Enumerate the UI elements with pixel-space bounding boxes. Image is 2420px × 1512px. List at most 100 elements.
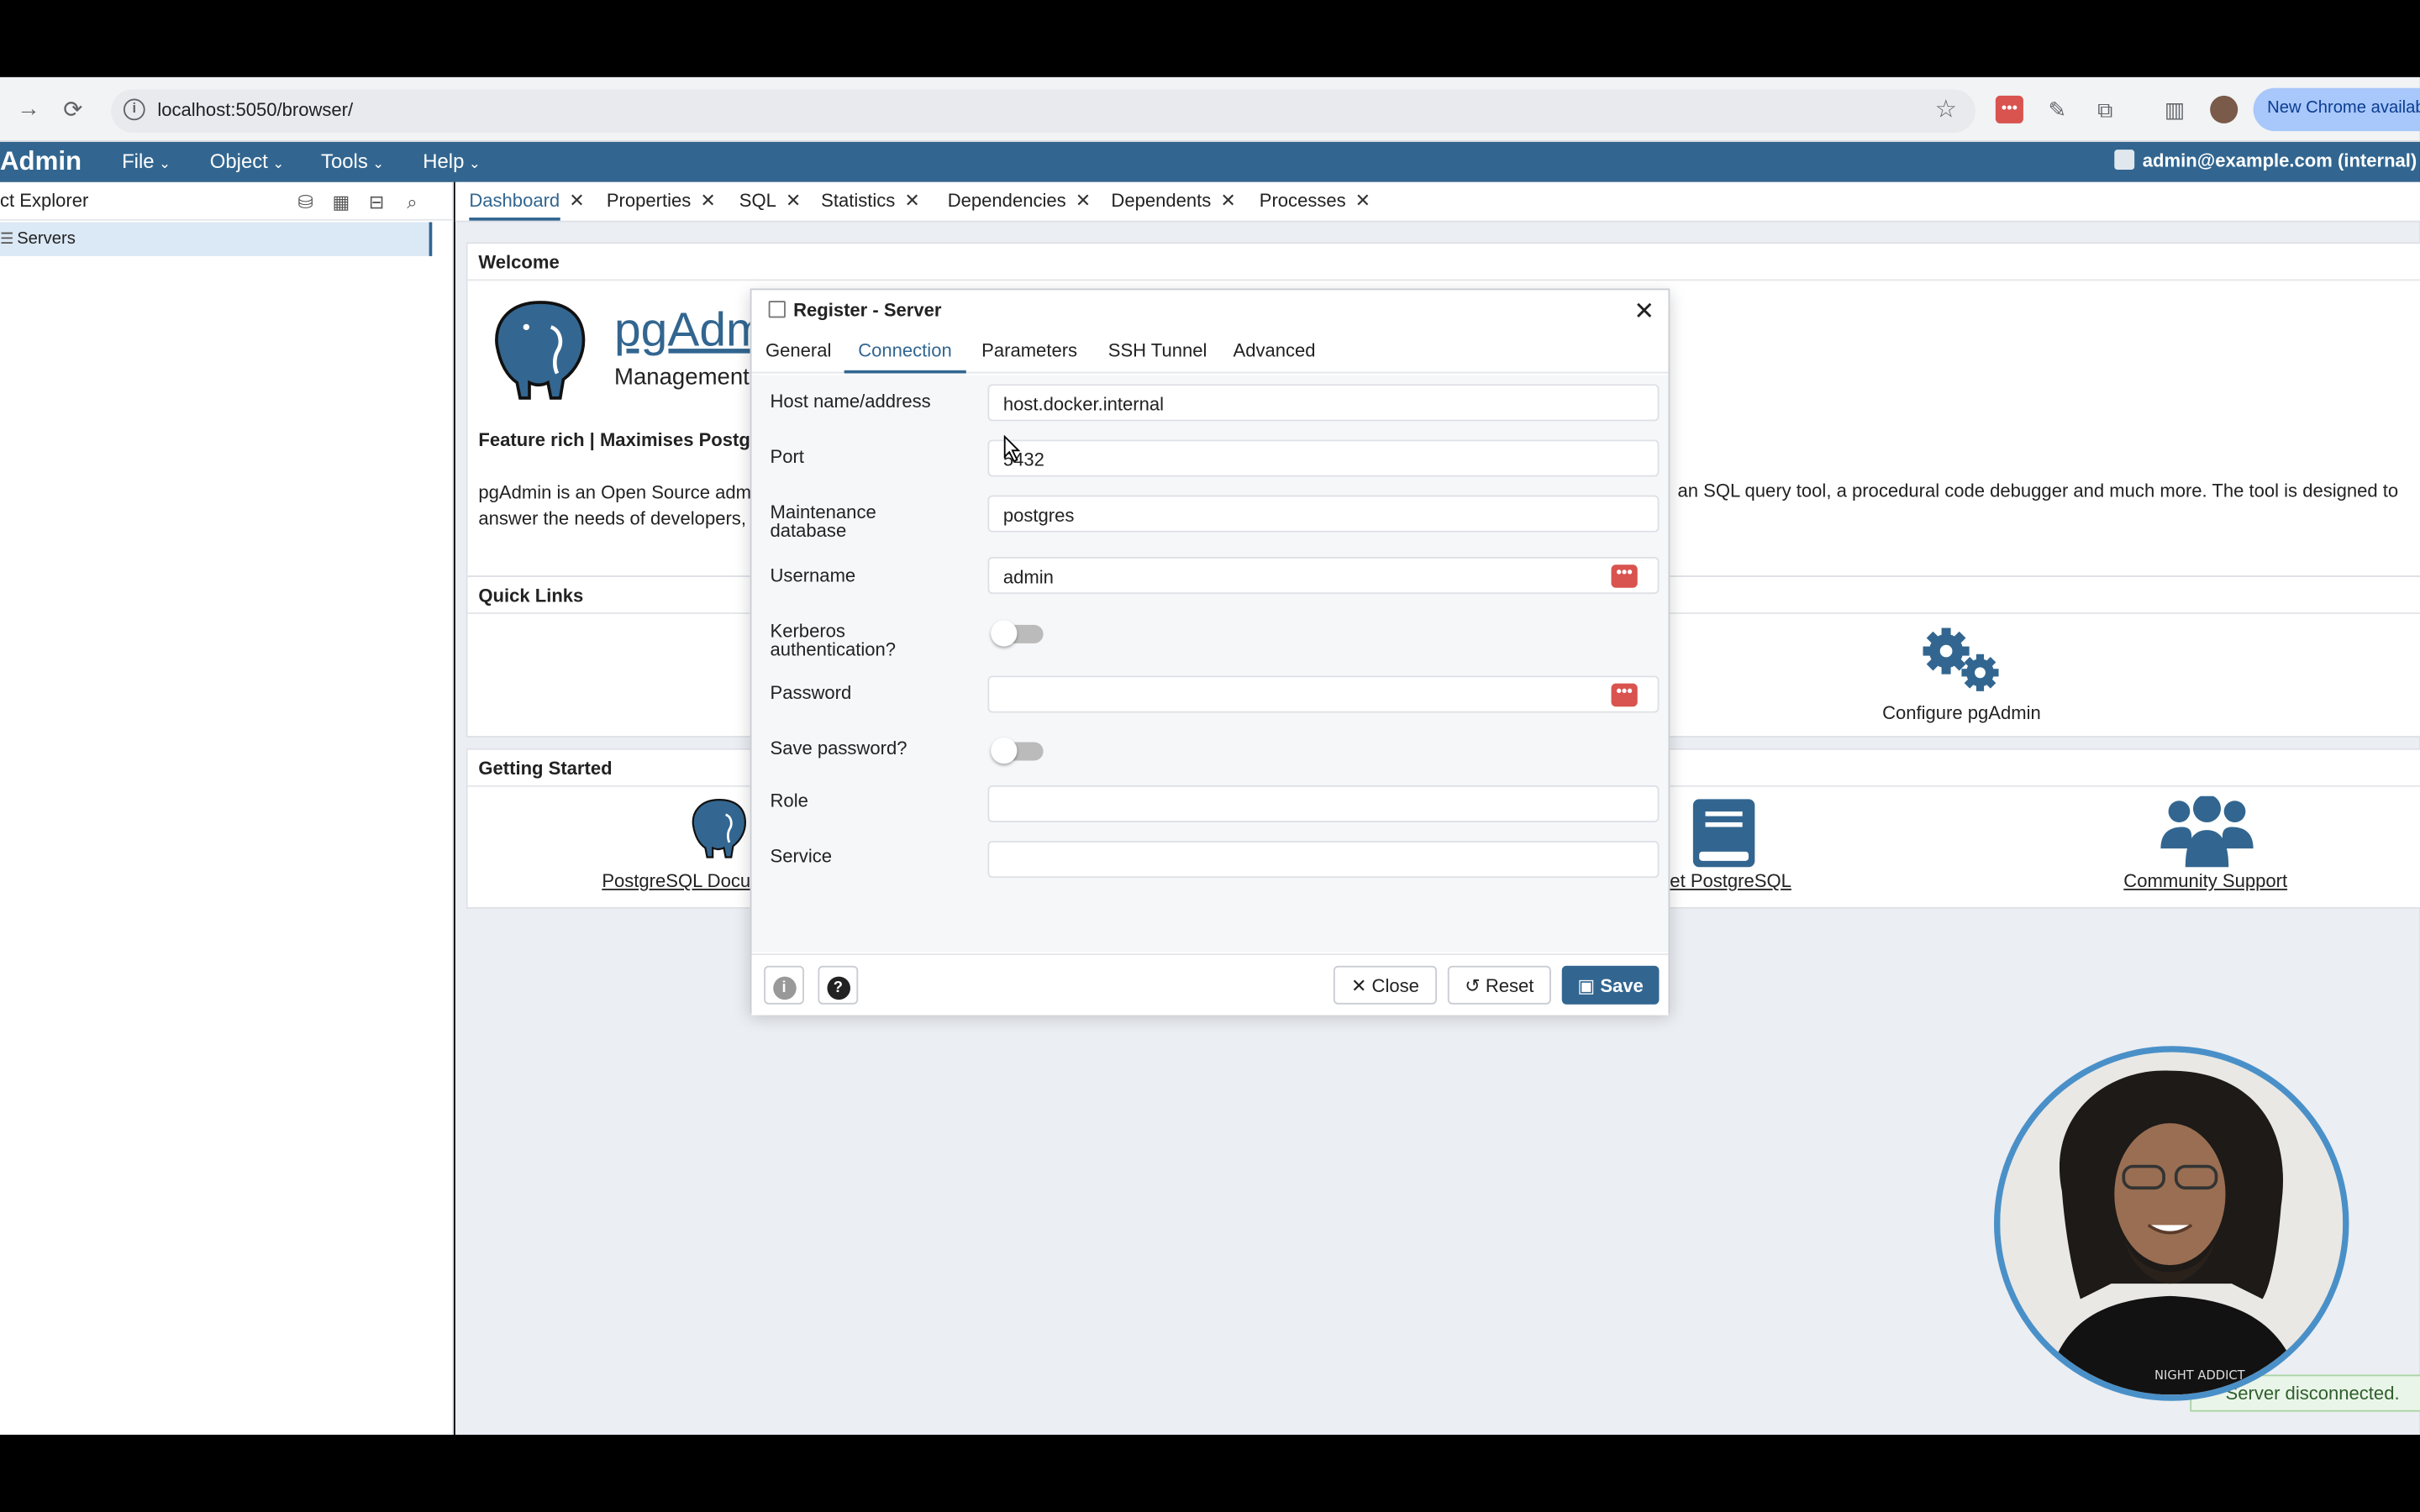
letterbox-bottom: [0, 1435, 2420, 1512]
tab-label: Dashboard: [469, 189, 560, 212]
save-icon: ▣: [1577, 974, 1601, 997]
port-input[interactable]: 5432: [987, 439, 1660, 477]
search-icon[interactable]: ⌕: [400, 192, 424, 216]
tab-connection[interactable]: Connection: [844, 339, 965, 374]
pgadmin-logo: Admin: [0, 146, 82, 176]
server-icon: [768, 301, 786, 318]
webcam-overlay: NIGHT ADDICT: [1994, 1046, 2349, 1401]
close-icon[interactable]: ✕: [1355, 190, 1370, 212]
save-button[interactable]: ▣ Save: [1561, 965, 1660, 1005]
maintenance-db-input[interactable]: postgres: [987, 495, 1660, 533]
maintenance-db-label: Maintenance database: [770, 501, 876, 542]
tree-item-servers[interactable]: ☰ Servers: [0, 222, 433, 256]
tab-bar: Dashboard ✕ Properties ✕ SQL ✕ Statistics ✕ …: [455, 181, 2420, 223]
username-input[interactable]: admin •••: [987, 557, 1660, 595]
password-manager-icon[interactable]: •••: [1611, 564, 1638, 588]
new-chrome-available-button[interactable]: New Chrome available: [2253, 87, 2420, 132]
password-manager-icon[interactable]: •••: [1611, 683, 1638, 707]
close-icon[interactable]: ✕: [700, 190, 715, 212]
forward-icon[interactable]: →: [17, 96, 40, 122]
tab-processes[interactable]: Processes ✕: [1260, 190, 1370, 212]
address-bar[interactable]: i localhost:5050/browser/ ☆: [111, 89, 1975, 133]
tab-properties[interactable]: Properties ✕: [607, 190, 716, 212]
filter-rows-icon[interactable]: ⊟: [364, 192, 388, 216]
reload-icon[interactable]: ⟳: [63, 96, 82, 123]
user-menu[interactable]: admin@example.com (internal): [2114, 150, 2417, 171]
tab-dependents[interactable]: Dependents ✕: [1111, 190, 1235, 212]
toast-message: Server disconnected.: [2225, 1382, 2400, 1404]
welcome-header: Welcome: [467, 244, 2420, 281]
menu-help-label: Help: [423, 150, 465, 173]
host-label: Host name/address: [770, 390, 931, 412]
tab-ssh-tunnel[interactable]: SSH Tunnel: [1108, 339, 1207, 361]
service-input[interactable]: [987, 841, 1660, 879]
close-icon[interactable]: ✕: [569, 190, 584, 212]
object-explorer: ct Explorer ⛁ ▦ ⊟ ⌕ ☰ Servers: [0, 181, 454, 1436]
extension-password-icon[interactable]: •••: [1995, 95, 2023, 123]
side-panel-icon[interactable]: ▥: [2160, 96, 2188, 123]
close-button[interactable]: ✕ Close: [1333, 965, 1437, 1005]
tab-parameters[interactable]: Parameters: [981, 339, 1077, 361]
dialog-title-bar[interactable]: Register - Server: [751, 290, 1668, 330]
password-label: Password: [770, 681, 852, 704]
close-icon[interactable]: ✕: [786, 190, 801, 212]
view-data-icon[interactable]: ▦: [329, 192, 353, 216]
tab-advanced[interactable]: Advanced: [1234, 339, 1316, 361]
menu-file[interactable]: File ⌄: [122, 150, 171, 173]
extensions-puzzle-icon[interactable]: ⧉: [2091, 96, 2119, 123]
get-postgresql-link[interactable]: et PostgreSQL: [1670, 870, 1791, 892]
info-button[interactable]: i: [764, 965, 804, 1005]
extension-pen-icon[interactable]: ✎: [2044, 96, 2071, 123]
tab-dashboard[interactable]: Dashboard ✕: [469, 189, 585, 221]
elephant-logo-icon: [495, 301, 586, 400]
save-password-toggle[interactable]: [991, 737, 1044, 764]
menu-object[interactable]: Object ⌄: [210, 150, 284, 173]
port-label: Port: [770, 445, 804, 468]
close-icon[interactable]: ✕: [1220, 190, 1235, 212]
configure-pgadmin-link[interactable]: Configure pgAdmin: [1869, 623, 2054, 723]
help-button[interactable]: ?: [818, 965, 859, 1005]
menu-help[interactable]: Help ⌄: [423, 150, 481, 173]
pgadmin-subtitle: Management: [614, 364, 750, 391]
book-icon: [1692, 799, 1755, 868]
dialog-footer: i ? ✕ Close ↺ Reset ▣ Save: [751, 953, 1669, 1016]
menu-tools-label: Tools: [321, 150, 368, 173]
bookmark-star-icon[interactable]: ☆: [1935, 94, 1957, 125]
reset-button-label: Reset: [1485, 974, 1534, 997]
info-icon: i: [772, 976, 796, 1000]
community-support-link[interactable]: Community Support: [2123, 870, 2287, 892]
query-tool-icon[interactable]: ⛁: [293, 192, 318, 216]
description-right: an SQL query tool, a procedural code deb…: [1677, 480, 2399, 501]
host-input[interactable]: host.docker.internal: [987, 384, 1660, 422]
explorer-toolbar: ⛁ ▦ ⊟ ⌕: [293, 188, 435, 216]
save-password-label: Save password?: [770, 737, 908, 759]
tab-statistics[interactable]: Statistics ✕: [821, 190, 920, 212]
dialog-tabs: General Connection Parameters SSH Tunnel…: [751, 333, 1669, 374]
close-icon[interactable]: ✕: [1076, 190, 1091, 212]
tab-dependencies[interactable]: Dependencies ✕: [948, 190, 1091, 212]
toggle-knob: [991, 620, 1018, 647]
tab-label: Properties: [606, 189, 692, 212]
tab-sql[interactable]: SQL ✕: [739, 190, 802, 212]
tab-general[interactable]: General: [765, 339, 831, 361]
role-label: Role: [770, 790, 808, 812]
role-input[interactable]: [987, 785, 1660, 822]
kerberos-toggle[interactable]: [991, 620, 1044, 647]
menu-tools[interactable]: Tools ⌄: [321, 150, 384, 173]
save-button-label: Save: [1600, 974, 1644, 997]
password-input[interactable]: •••: [987, 675, 1660, 713]
pgadmin-title[interactable]: pgAdm: [614, 302, 765, 358]
username-label: Username: [770, 564, 856, 586]
close-icon[interactable]: ✕: [1634, 297, 1655, 328]
presenter-portrait: NIGHT ADDICT: [2000, 1052, 2344, 1395]
reset-button[interactable]: ↺ Reset: [1447, 965, 1551, 1005]
profile-avatar[interactable]: [2210, 95, 2238, 123]
close-icon[interactable]: ✕: [904, 190, 919, 212]
username-value: admin: [1002, 566, 1054, 588]
mouse-cursor-icon: [1003, 434, 1021, 463]
url-text[interactable]: localhost:5050/browser/: [157, 99, 353, 121]
service-label: Service: [770, 845, 833, 868]
register-server-dialog: Register - Server ✕ General Connection P…: [750, 288, 1670, 1016]
postgresql-docs-link[interactable]: PostgreSQL Docu: [602, 870, 750, 892]
site-info-icon[interactable]: i: [123, 98, 145, 121]
